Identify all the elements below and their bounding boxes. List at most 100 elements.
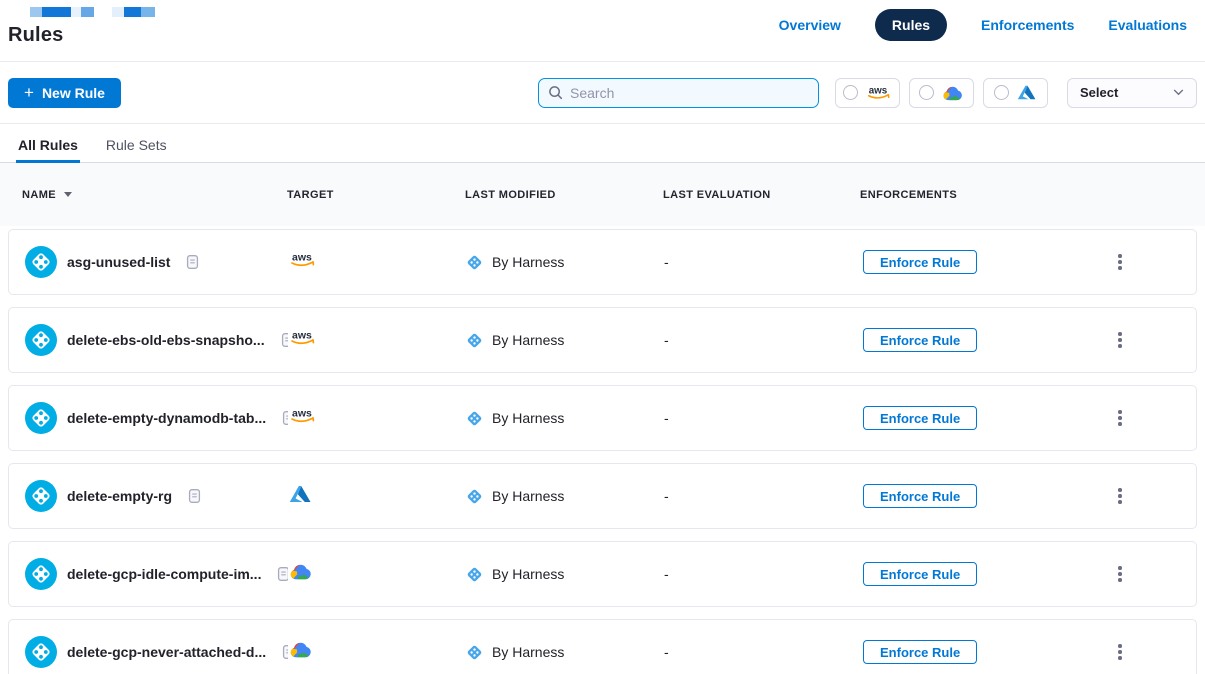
filter-button-gcp[interactable] — [909, 78, 974, 108]
harness-author-icon — [466, 332, 483, 349]
table-header: NAME TARGET LAST MODIFIED LAST EVALUATIO… — [0, 163, 1205, 226]
rules-page: Rules Overview Rules Enforcements Evalua… — [0, 0, 1205, 674]
enforcements-cell: Enforce Rule — [861, 250, 1101, 274]
governance-rule-icon — [25, 636, 57, 668]
row-menu-kebab-icon[interactable] — [1109, 249, 1131, 275]
chevron-down-icon — [1173, 89, 1184, 96]
svg-text:aws: aws — [292, 252, 312, 264]
svg-text:aws: aws — [292, 330, 312, 342]
filter-button-azure[interactable] — [983, 78, 1048, 108]
copy-icon[interactable] — [277, 566, 288, 582]
aws-target-icon: aws — [288, 328, 318, 347]
last-evaluation-cell: - — [664, 254, 861, 270]
governance-rule-icon — [25, 324, 57, 356]
target-cell: aws — [288, 406, 466, 430]
filter-button-aws[interactable]: aws — [835, 78, 900, 108]
gcp-radio[interactable] — [919, 85, 934, 100]
table-row[interactable]: asg-unused-list aws By Harness — [8, 229, 1197, 295]
row-menu-kebab-icon[interactable] — [1109, 405, 1131, 431]
target-cell — [288, 484, 466, 509]
last-modified-cell: By Harness — [466, 254, 664, 271]
search-input[interactable] — [570, 85, 809, 101]
search-icon — [548, 85, 563, 100]
svg-text:aws: aws — [292, 408, 312, 420]
rule-name-cell: delete-ebs-old-ebs-snapsho... — [25, 324, 288, 356]
aws-logo-icon: aws — [865, 84, 893, 101]
table-row[interactable]: delete-empty-dynamodb-tab... aws By Ha — [8, 385, 1197, 451]
aws-target-icon: aws — [288, 250, 318, 269]
nav-item-overview[interactable]: Overview — [779, 17, 841, 33]
tab-all-rules[interactable]: All Rules — [16, 127, 80, 163]
gcp-logo-icon — [941, 84, 964, 102]
rule-name[interactable]: asg-unused-list — [67, 254, 170, 270]
governance-rule-icon — [25, 246, 57, 278]
rule-name-cell: delete-empty-dynamodb-tab... — [25, 402, 288, 434]
row-menu-cell — [1101, 483, 1196, 509]
top-nav: Overview Rules Enforcements Evaluations — [779, 9, 1187, 41]
target-cell — [288, 562, 466, 586]
table-row[interactable]: delete-gcp-never-attached-d... — [8, 619, 1197, 674]
last-modified-cell: By Harness — [466, 488, 664, 505]
rule-name-cell: delete-empty-rg — [25, 480, 288, 512]
enforcements-cell: Enforce Rule — [861, 484, 1101, 508]
last-modified-cell: By Harness — [466, 644, 664, 661]
row-menu-kebab-icon[interactable] — [1109, 483, 1131, 509]
new-rule-button[interactable]: + New Rule — [8, 78, 121, 108]
rule-name[interactable]: delete-ebs-old-ebs-snapsho... — [67, 332, 265, 348]
enforce-rule-button[interactable]: Enforce Rule — [863, 640, 977, 664]
rule-name[interactable]: delete-gcp-idle-compute-im... — [67, 566, 261, 582]
target-cell: aws — [288, 250, 466, 274]
aws-target-icon: aws — [288, 406, 318, 425]
enforce-rule-button[interactable]: Enforce Rule — [863, 484, 977, 508]
rule-name-cell: delete-gcp-idle-compute-im... — [25, 558, 288, 590]
copy-icon[interactable] — [188, 488, 201, 504]
enforce-rule-button[interactable]: Enforce Rule — [863, 328, 977, 352]
page-header: Rules Overview Rules Enforcements Evalua… — [0, 0, 1205, 62]
rule-name[interactable]: delete-empty-dynamodb-tab... — [67, 410, 266, 426]
search-box[interactable] — [538, 78, 819, 108]
last-modified-cell: By Harness — [466, 566, 664, 583]
aws-radio[interactable] — [843, 85, 858, 100]
row-menu-kebab-icon[interactable] — [1109, 561, 1131, 587]
table-row[interactable]: delete-gcp-idle-compute-im... — [8, 541, 1197, 607]
row-menu-kebab-icon[interactable] — [1109, 639, 1131, 665]
last-evaluation-cell: - — [664, 332, 861, 348]
last-evaluation-cell: - — [664, 488, 861, 504]
column-header-enforcements: ENFORCEMENTS — [860, 189, 1100, 201]
select-label: Select — [1080, 85, 1118, 100]
table-row[interactable]: delete-ebs-old-ebs-snapsho... aws By H — [8, 307, 1197, 373]
governance-rule-icon — [25, 558, 57, 590]
rule-name-cell: asg-unused-list — [25, 246, 288, 278]
rule-name-cell: delete-gcp-never-attached-d... — [25, 636, 288, 668]
enforcements-cell: Enforce Rule — [861, 640, 1101, 664]
plus-icon: + — [24, 84, 34, 101]
governance-rule-icon — [25, 480, 57, 512]
enforce-rule-button[interactable]: Enforce Rule — [863, 250, 977, 274]
gcp-target-icon — [288, 640, 313, 659]
row-menu-cell — [1101, 405, 1196, 431]
harness-author-icon — [466, 488, 483, 505]
last-modified-cell: By Harness — [466, 332, 664, 349]
rule-name[interactable]: delete-gcp-never-attached-d... — [67, 644, 266, 660]
copy-icon[interactable] — [186, 254, 199, 270]
tab-rule-sets[interactable]: Rule Sets — [104, 127, 169, 162]
column-header-last-modified: LAST MODIFIED — [465, 189, 663, 201]
rule-name[interactable]: delete-empty-rg — [67, 488, 172, 504]
enforce-rule-button[interactable]: Enforce Rule — [863, 562, 977, 586]
enforce-rule-button[interactable]: Enforce Rule — [863, 406, 977, 430]
nav-item-rules[interactable]: Rules — [875, 9, 947, 41]
table-row[interactable]: delete-empty-rg By Harness - — [8, 463, 1197, 529]
harness-author-icon — [466, 254, 483, 271]
column-header-name[interactable]: NAME — [22, 189, 287, 201]
harness-author-icon — [466, 410, 483, 427]
nav-item-enforcements[interactable]: Enforcements — [981, 17, 1074, 33]
target-cell: aws — [288, 328, 466, 352]
new-rule-label: New Rule — [42, 85, 105, 101]
select-dropdown[interactable]: Select — [1067, 78, 1197, 108]
copy-icon[interactable] — [281, 332, 288, 348]
azure-radio[interactable] — [994, 85, 1009, 100]
last-modified-by: By Harness — [492, 332, 564, 348]
row-menu-kebab-icon[interactable] — [1109, 327, 1131, 353]
nav-item-evaluations[interactable]: Evaluations — [1108, 17, 1187, 33]
svg-text:aws: aws — [868, 85, 887, 96]
